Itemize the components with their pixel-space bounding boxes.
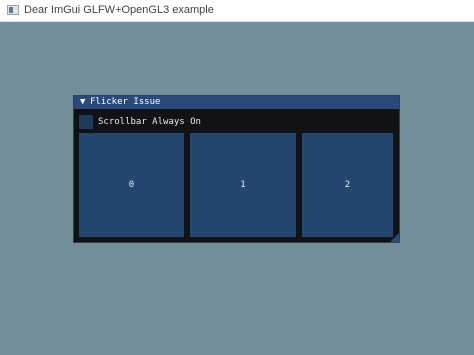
child-panel-2[interactable]: 2	[302, 133, 393, 237]
os-window-title: Dear ImGui GLFW+OpenGL3 example	[24, 4, 214, 16]
resize-grip[interactable]	[390, 233, 399, 242]
panel-label: 1	[240, 180, 246, 190]
checkbox-box[interactable]	[79, 115, 93, 129]
child-panel-0[interactable]: 0	[79, 133, 184, 237]
app-window-icon	[7, 5, 19, 15]
panel-label: 2	[344, 180, 351, 190]
scrollbar-always-on-checkbox[interactable]: Scrollbar Always On	[79, 114, 379, 130]
child-panel-1[interactable]: 1	[190, 133, 296, 237]
os-title-bar: Dear ImGui GLFW+OpenGL3 example	[0, 0, 474, 22]
imgui-window-title: Flicker Issue	[90, 97, 161, 107]
imgui-title-bar[interactable]: ▼ Flicker Issue	[74, 96, 399, 109]
panel-label: 0	[128, 180, 135, 190]
flicker-issue-window: ▼ Flicker Issue Scrollbar Always On 0 1 …	[73, 95, 400, 243]
collapse-triangle-icon[interactable]: ▼	[80, 98, 85, 107]
checkbox-label: Scrollbar Always On	[98, 117, 201, 127]
